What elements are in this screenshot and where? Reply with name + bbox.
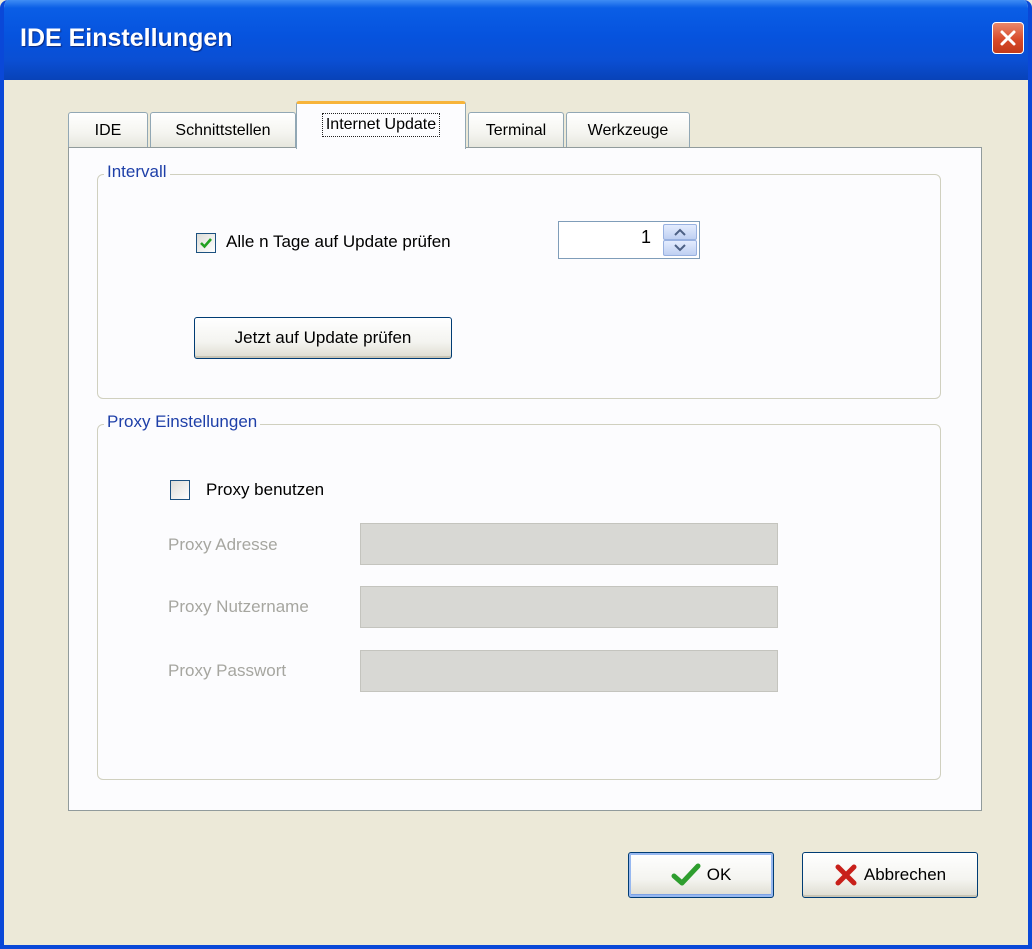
interval-group-title: Intervall bbox=[104, 162, 170, 182]
proxy-username-input[interactable] bbox=[360, 586, 778, 628]
ok-button[interactable]: OK bbox=[628, 852, 774, 898]
tab-label: Terminal bbox=[485, 121, 547, 139]
days-spinner[interactable]: 1 bbox=[558, 221, 700, 259]
checkmark-icon bbox=[200, 238, 212, 249]
proxy-password-label: Proxy Passwort bbox=[168, 661, 287, 680]
cancel-label: Abbrechen bbox=[863, 865, 947, 884]
interval-checkbox[interactable] bbox=[196, 233, 216, 253]
ok-label: OK bbox=[706, 865, 732, 884]
dialog-window: IDE Einstellungen IDE Schnittstellen Int… bbox=[0, 0, 1032, 949]
proxy-checkbox[interactable] bbox=[170, 480, 190, 500]
cancel-button[interactable]: Abbrechen bbox=[802, 852, 978, 898]
tab-label: IDE bbox=[94, 121, 122, 139]
spinner-buttons bbox=[663, 224, 697, 256]
checkmark-icon bbox=[671, 863, 701, 886]
proxy-group-title: Proxy Einstellungen bbox=[104, 412, 261, 432]
proxy-username-label: Proxy Nutzername bbox=[168, 597, 309, 616]
spin-up-button[interactable] bbox=[663, 224, 697, 240]
proxy-use-label: Proxy benutzen bbox=[206, 480, 325, 499]
days-value: 1 bbox=[640, 227, 651, 247]
close-icon bbox=[1000, 30, 1016, 46]
check-now-label: Jetzt auf Update prüfen bbox=[234, 328, 412, 347]
title-bar[interactable]: IDE Einstellungen bbox=[4, 0, 1028, 80]
arrow-up-icon bbox=[674, 228, 686, 236]
proxy-password-input[interactable] bbox=[360, 650, 778, 692]
arrow-down-icon bbox=[674, 244, 686, 252]
proxy-group: Proxy Einstellungen Proxy benutzen Proxy… bbox=[97, 412, 941, 780]
tab-label: Schnittstellen bbox=[175, 121, 271, 139]
window-title: IDE Einstellungen bbox=[20, 24, 233, 52]
tab-label: Werkzeuge bbox=[587, 121, 669, 139]
proxy-address-input[interactable] bbox=[360, 523, 778, 565]
tab-schnittstellen[interactable]: Schnittstellen bbox=[150, 112, 296, 148]
tab-terminal[interactable]: Terminal bbox=[468, 112, 564, 148]
close-button[interactable] bbox=[992, 22, 1024, 54]
tab-label: Internet Update bbox=[321, 112, 441, 137]
interval-group: Intervall Alle n Tage auf Update prüfen … bbox=[97, 162, 941, 399]
tab-panel: Intervall Alle n Tage auf Update prüfen … bbox=[68, 147, 982, 811]
tab-werkzeuge[interactable]: Werkzeuge bbox=[566, 112, 690, 148]
check-now-button[interactable]: Jetzt auf Update prüfen bbox=[194, 317, 452, 359]
spin-down-button[interactable] bbox=[663, 240, 697, 256]
tab-ide[interactable]: IDE bbox=[68, 112, 148, 148]
interval-check-label: Alle n Tage auf Update prüfen bbox=[226, 232, 451, 251]
proxy-address-label: Proxy Adresse bbox=[168, 535, 278, 554]
tab-internet-update[interactable]: Internet Update bbox=[296, 101, 466, 149]
cross-icon bbox=[835, 864, 857, 886]
